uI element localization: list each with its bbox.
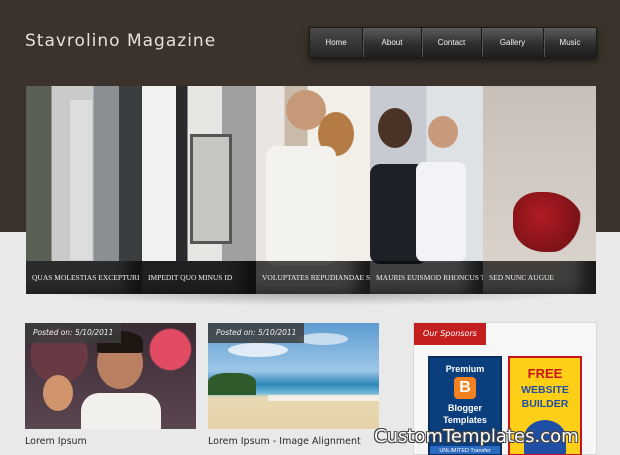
slide-5[interactable]: SED NUNC AUGUE (483, 86, 596, 294)
post-2-thumbnail[interactable]: Posted on: 5/10/2011 (208, 323, 379, 429)
image-slider: QUAS MOLESTIAS EXCEPTURI IMPEDIT QUO MIN… (26, 86, 596, 294)
post-1-date: Posted on: 5/10/2011 (25, 323, 122, 343)
site-title[interactable]: Stavrolino Magazine (25, 31, 216, 51)
slide-4-caption[interactable]: MAURIS EUISMOD RHONCUS TORTOR (370, 261, 483, 294)
slide-3[interactable]: VOLUPTATES REPUDIANDAE SINT (256, 86, 370, 294)
nav-contact[interactable]: Contact (422, 28, 482, 57)
ad-line-free: FREE (527, 366, 563, 381)
man-head-shape (428, 116, 458, 148)
slide-4[interactable]: MAURIS EUISMOD RHONCUS TORTOR (370, 86, 483, 294)
nav-about[interactable]: About (363, 28, 422, 57)
pillar-shape (70, 100, 92, 260)
ad-line-templates: Templates (443, 415, 487, 425)
main-nav: Home About Contact Gallery Music (309, 27, 597, 58)
sponsors-heading: Our Sponsors (414, 323, 486, 345)
nav-gallery[interactable]: Gallery (482, 28, 544, 57)
white-shirt-shape (81, 393, 161, 429)
nav-music[interactable]: Music (544, 28, 596, 57)
slide-3-caption[interactable]: VOLUPTATES REPUDIANDAE SINT (256, 261, 370, 294)
slide-1[interactable]: QUAS MOLESTIAS EXCEPTURI (26, 86, 142, 294)
post-2-title[interactable]: Lorem Ipsum - Image Alignment (208, 436, 361, 447)
ad-line-website: WEBSITE (521, 384, 569, 396)
slide-2-caption[interactable]: IMPEDIT QUO MINUS ID (142, 261, 256, 294)
cloud-shape-2 (298, 333, 348, 345)
man-shirt-shape (416, 162, 466, 262)
watermark-text: CustomTemplates.com (374, 426, 579, 447)
post-1-title[interactable]: Lorem Ipsum (25, 436, 87, 447)
post-2-date: Posted on: 5/10/2011 (208, 323, 305, 343)
ad-line-builder: BUILDER (521, 398, 569, 410)
nav-home[interactable]: Home (310, 28, 363, 57)
palm-trees-shape (208, 373, 256, 395)
slide-2[interactable]: IMPEDIT QUO MINUS ID (142, 86, 256, 294)
woman-face-shape (43, 375, 73, 411)
blogger-icon: B (454, 377, 476, 399)
shirt-shape (266, 146, 336, 266)
wave-shape (268, 395, 379, 401)
slide-1-caption[interactable]: QUAS MOLESTIAS EXCEPTURI (26, 261, 142, 294)
slide-5-caption[interactable]: SED NUNC AUGUE (483, 261, 596, 294)
woman-hair-shape (378, 108, 412, 148)
slider-shadow (40, 292, 580, 306)
ad-line-premium: Premium (445, 364, 485, 374)
ad-footer: UNLIMITED Transfer (430, 446, 500, 454)
monitor-shape (190, 134, 232, 244)
post-1-thumbnail[interactable]: Posted on: 5/10/2011 (25, 323, 196, 429)
ad-line-blogger: Blogger (447, 403, 482, 413)
cloud-shape (228, 343, 288, 357)
